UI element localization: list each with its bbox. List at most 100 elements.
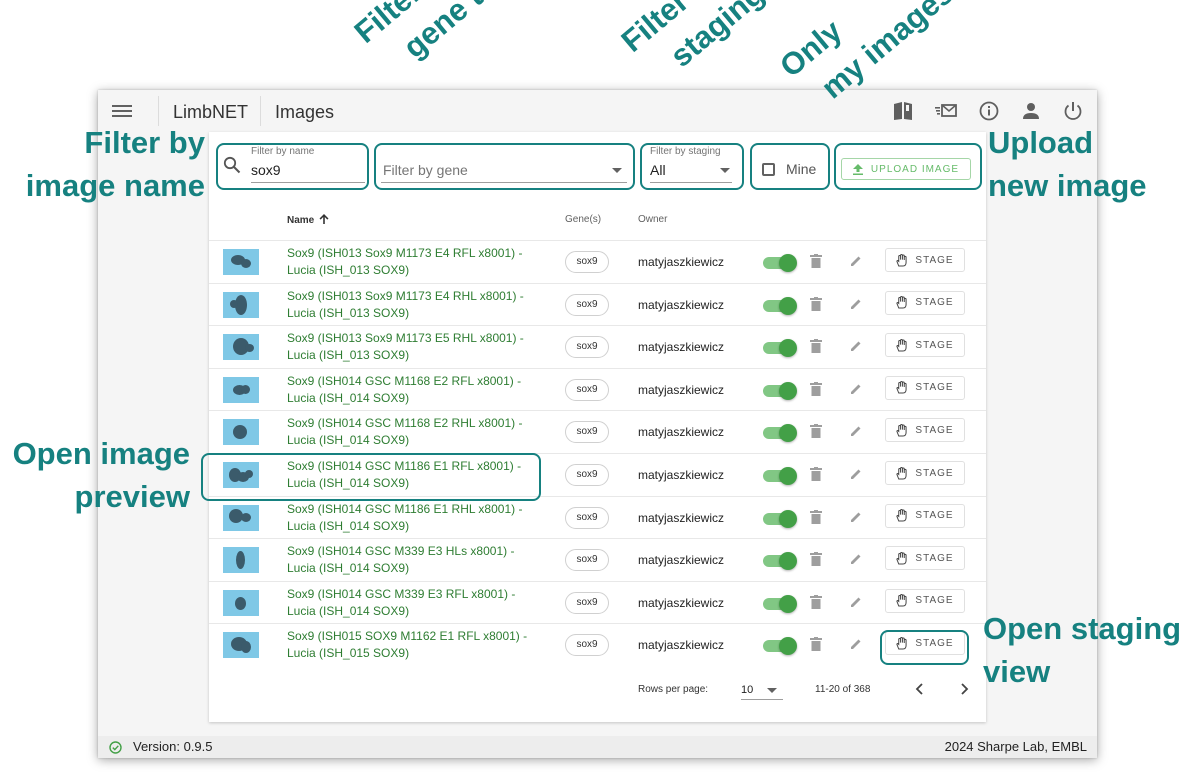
public-toggle[interactable] bbox=[763, 339, 797, 358]
mail-icon[interactable] bbox=[934, 100, 958, 122]
delete-icon[interactable] bbox=[810, 637, 822, 652]
rows-per-page-select[interactable]: 10 bbox=[741, 678, 783, 700]
image-name-link[interactable]: Sox9 (ISH013 Sox9 M1173 E5 RHL x8001) - L… bbox=[287, 330, 547, 364]
annotation-line: image name bbox=[25, 168, 205, 203]
edit-icon[interactable] bbox=[849, 339, 863, 353]
toggle-knob bbox=[779, 467, 797, 485]
delete-icon[interactable] bbox=[810, 552, 822, 567]
stage-label: STAGE bbox=[915, 254, 954, 266]
chevron-right-icon[interactable] bbox=[955, 680, 973, 698]
hand-icon bbox=[896, 423, 908, 437]
annotation-filter-staging: Filter by staging bbox=[612, 0, 773, 95]
public-toggle[interactable] bbox=[763, 424, 797, 443]
image-name-line: Sox9 (ISH013 Sox9 M1173 E4 RHL x8001) - bbox=[287, 288, 524, 303]
image-name-link[interactable]: Sox9 (ISH014 GSC M339 E3 HLs x8001) - Luc… bbox=[287, 543, 547, 577]
owner-label: matyjaszkiewicz bbox=[638, 553, 725, 568]
rows-per-page-value: 10 bbox=[741, 684, 754, 696]
annotation-filter-gene: Filter by gene tag bbox=[345, 0, 519, 86]
stage-button[interactable]: STAGE bbox=[885, 418, 965, 443]
delete-icon[interactable] bbox=[810, 339, 822, 354]
stage-label: STAGE bbox=[915, 382, 954, 394]
delete-icon[interactable] bbox=[810, 381, 822, 396]
image-thumbnail[interactable] bbox=[223, 291, 259, 318]
gene-chip: sox9 bbox=[565, 421, 609, 444]
gene-chip: sox9 bbox=[565, 293, 609, 316]
column-header-name[interactable]: Name bbox=[287, 214, 329, 226]
image-name-line: Lucia (ISH_013 SOX9) bbox=[287, 263, 410, 277]
image-thumbnail[interactable] bbox=[223, 589, 259, 616]
chevron-left-icon[interactable] bbox=[911, 680, 929, 698]
image-thumbnail[interactable] bbox=[223, 376, 259, 403]
stage-button[interactable]: STAGE bbox=[885, 503, 965, 528]
delete-icon[interactable] bbox=[810, 594, 822, 609]
public-toggle[interactable] bbox=[763, 296, 797, 315]
hand-icon bbox=[896, 296, 908, 309]
image-name-line: Sox9 (ISH014 GSC M339 E3 HLs x8001) - bbox=[287, 544, 515, 559]
image-thumbnail[interactable] bbox=[223, 632, 259, 659]
image-thumbnail[interactable] bbox=[223, 249, 259, 275]
image-name-link[interactable]: Sox9 (ISH014 GSC M1168 E2 RHL x8001) - Lu… bbox=[287, 415, 547, 449]
public-toggle[interactable] bbox=[763, 637, 797, 656]
toggle-knob bbox=[779, 594, 797, 613]
image-thumbnail[interactable] bbox=[223, 334, 259, 361]
public-toggle[interactable] bbox=[763, 509, 797, 528]
image-name-link[interactable]: Sox9 (ISH013 Sox9 M1173 E4 RFL x8001) - L… bbox=[287, 245, 547, 279]
image-name-line: Sox9 (ISH015 SOX9 M1162 E1 RFL x8001) - bbox=[287, 629, 528, 644]
image-name-line: Sox9 (ISH014 GSC M339 E3 RFL x8001) - bbox=[287, 586, 516, 601]
edit-icon[interactable] bbox=[849, 297, 863, 311]
owner-label: matyjaszkiewicz bbox=[638, 340, 725, 355]
edit-icon[interactable] bbox=[849, 595, 863, 609]
stage-label: STAGE bbox=[915, 297, 954, 309]
power-icon[interactable] bbox=[1061, 100, 1085, 122]
delete-icon[interactable] bbox=[810, 424, 822, 439]
delete-icon[interactable] bbox=[810, 254, 822, 268]
edit-icon[interactable] bbox=[849, 552, 863, 566]
edit-icon[interactable] bbox=[849, 424, 863, 438]
stage-button[interactable]: STAGE bbox=[885, 546, 965, 571]
stage-button[interactable]: STAGE bbox=[885, 588, 965, 613]
annotation-line: new image bbox=[988, 168, 1147, 203]
edit-icon[interactable] bbox=[849, 637, 863, 651]
image-name-link[interactable]: Sox9 (ISH014 GSC M1186 E1 RHL x8001) - Lu… bbox=[287, 501, 547, 535]
divider bbox=[260, 96, 261, 126]
account-icon[interactable] bbox=[1019, 100, 1043, 122]
toggle-knob bbox=[779, 296, 797, 315]
annotation-line: Upload bbox=[988, 125, 1094, 160]
delete-icon[interactable] bbox=[810, 509, 822, 524]
book-icon[interactable] bbox=[892, 100, 916, 122]
annotation-box-preview bbox=[201, 453, 541, 501]
image-thumbnail[interactable] bbox=[223, 504, 259, 531]
hand-icon bbox=[896, 551, 908, 565]
edit-icon[interactable] bbox=[849, 254, 863, 268]
image-name-link[interactable]: Sox9 (ISH014 GSC M1168 E2 RFL x8001) - Lu… bbox=[287, 373, 547, 407]
image-name-link[interactable]: Sox9 (ISH014 GSC M339 E3 RFL x8001) - Luc… bbox=[287, 586, 547, 620]
image-name-link[interactable]: Sox9 (ISH013 Sox9 M1173 E4 RHL x8001) - L… bbox=[287, 288, 547, 322]
menu-icon[interactable] bbox=[112, 102, 132, 120]
image-thumbnail[interactable] bbox=[223, 547, 259, 574]
gene-chip: sox9 bbox=[565, 464, 609, 486]
image-name-link[interactable]: Sox9 (ISH015 SOX9 M1162 E1 RFL x8001) - L… bbox=[287, 628, 547, 662]
stage-button[interactable]: STAGE bbox=[885, 248, 965, 272]
image-name-line: Lucia (ISH_013 SOX9) bbox=[287, 348, 410, 363]
edit-icon[interactable] bbox=[849, 510, 863, 524]
image-name-line: Lucia (ISH_014 SOX9) bbox=[287, 561, 410, 576]
public-toggle[interactable] bbox=[763, 467, 797, 485]
stage-button[interactable]: STAGE bbox=[885, 461, 965, 485]
edit-icon[interactable] bbox=[849, 467, 863, 481]
image-thumbnail[interactable] bbox=[223, 419, 259, 446]
stage-button[interactable]: STAGE bbox=[885, 333, 965, 358]
public-toggle[interactable] bbox=[763, 254, 797, 272]
table-row: Sox9 (ISH014 GSC M339 E3 HLs x8001) - Luc… bbox=[209, 538, 986, 581]
delete-icon[interactable] bbox=[810, 467, 822, 481]
delete-icon[interactable] bbox=[810, 296, 822, 311]
public-toggle[interactable] bbox=[763, 552, 797, 571]
hand-icon bbox=[896, 381, 908, 394]
stage-button[interactable]: STAGE bbox=[885, 290, 965, 315]
edit-icon[interactable] bbox=[849, 382, 863, 396]
public-toggle[interactable] bbox=[763, 381, 797, 400]
stage-button[interactable]: STAGE bbox=[885, 375, 965, 400]
app-title[interactable]: LimbNET bbox=[173, 102, 248, 123]
public-toggle[interactable] bbox=[763, 594, 797, 613]
info-icon[interactable] bbox=[977, 100, 1001, 122]
table-row: Sox9 (ISH015 SOX9 M1162 E1 RFL x8001) - L… bbox=[209, 623, 986, 666]
